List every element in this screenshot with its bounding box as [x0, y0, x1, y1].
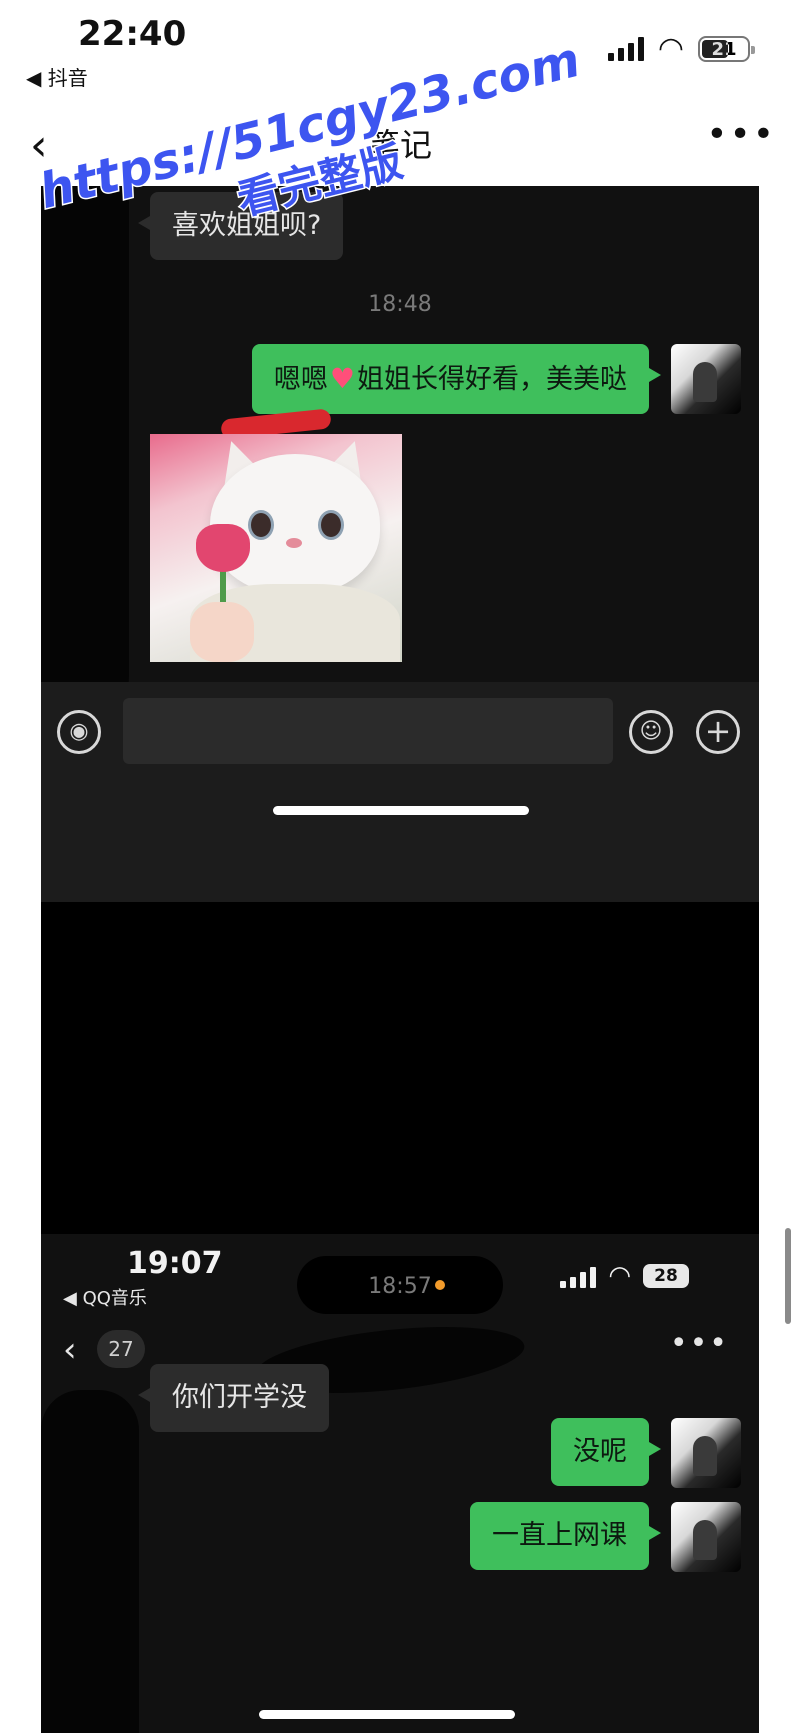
outgoing-message-prefix: 嗯嗯 [273, 364, 328, 395]
incoming-message-text: 喜欢姐姐呗? [172, 210, 322, 241]
chat-timestamp: 18:57 [368, 1274, 432, 1299]
plus-icon[interactable]: + [696, 710, 740, 754]
wifi-icon: ◠ [657, 31, 684, 66]
battery-level: 21 [711, 39, 737, 60]
outgoing-message-bubble: 嗯嗯♥姐姐长得好看，美美哒 [251, 344, 662, 415]
chat-input-bar: ◉ ☺ + [41, 682, 759, 902]
outgoing-message-text: 一直上网课 [492, 1520, 627, 1551]
status-bar: 22:40 ◀ 抖音 ◠ 21 [0, 0, 800, 100]
cat-sticker-image[interactable] [150, 434, 402, 662]
top-nav: ‹ 笔记 ••• [0, 100, 800, 186]
message-input[interactable] [123, 698, 613, 764]
redacted-contact-area [41, 1390, 139, 1733]
page-title: 笔记 [367, 126, 432, 164]
user-avatar[interactable] [671, 1418, 741, 1488]
outgoing-message-bubble: 没呢 [551, 1418, 661, 1487]
signal-icon [607, 37, 644, 61]
redacted-contact-area [41, 186, 129, 736]
battery-icon: 21 [698, 36, 755, 62]
more-button[interactable]: ••• [670, 1326, 729, 1361]
outgoing-message-bubble: 一直上网课 [470, 1502, 661, 1571]
chat-screenshot-2: 19:07 ◀ QQ音乐 ◠ 28 ‹ 27 ••• 18:57 你们开学没 没… [41, 1234, 759, 1733]
heart-icon: ♥ [329, 362, 355, 395]
user-avatar[interactable] [671, 1502, 741, 1572]
home-indicator[interactable] [273, 806, 529, 815]
unread-count-badge[interactable]: 27 [97, 1330, 145, 1368]
back-chevron-icon[interactable]: ‹ [63, 1330, 77, 1370]
user-avatar[interactable] [671, 344, 741, 414]
chat-timestamp: 18:48 [368, 292, 432, 317]
back-to-app-link[interactable]: ◀ 抖音 [26, 62, 88, 91]
emoji-icon[interactable]: ☺ [629, 710, 673, 754]
scrollbar[interactable] [785, 1228, 791, 1324]
incoming-message-bubble: 你们开学没 [138, 1364, 329, 1433]
status-time: 22:40 [78, 14, 187, 54]
black-divider-area [41, 902, 759, 1234]
chat-screenshot-1: 喜欢姐姐呗? 18:48 嗯嗯♥姐姐长得好看，美美哒 ◉ ☺ + [41, 186, 759, 902]
incoming-message-bubble: 喜欢姐姐呗? [137, 192, 344, 261]
status-icons: ◠ 21 [607, 31, 755, 66]
outgoing-message-text: 没呢 [573, 1436, 627, 1467]
home-indicator[interactable] [259, 1710, 515, 1719]
incoming-message-text: 你们开学没 [172, 1382, 307, 1413]
more-button[interactable]: ••• [706, 114, 776, 155]
voice-input-icon[interactable]: ◉ [57, 710, 101, 754]
outgoing-message-suffix: 姐姐长得好看，美美哒 [357, 364, 627, 395]
